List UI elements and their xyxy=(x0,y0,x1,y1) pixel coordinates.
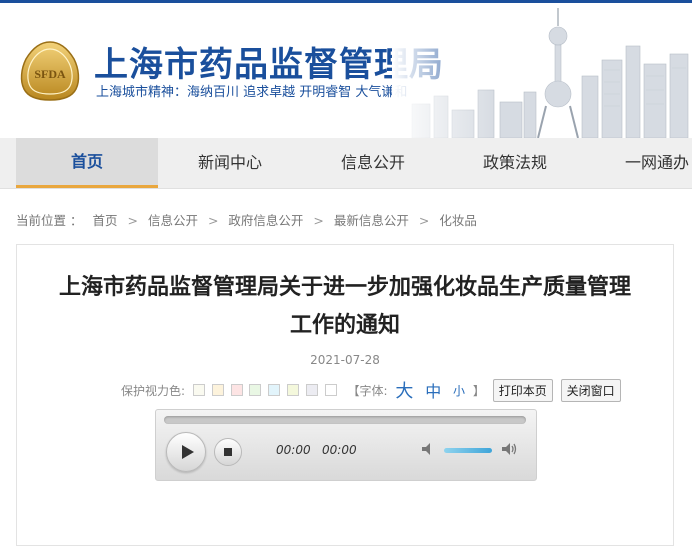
stop-button[interactable] xyxy=(214,438,242,466)
font-size-large[interactable]: 大 xyxy=(395,377,413,403)
duration-time: 00:00 xyxy=(322,443,357,457)
breadcrumb: 当前位置 ： 首页 > 信息公开 > 政府信息公开 > 最新信息公开 > 化妆品 xyxy=(16,210,477,229)
swatch-color[interactable] xyxy=(268,384,281,396)
article-panel: 上海市药品监督管理局关于进一步加强化妆品生产质量管理 工作的通知 2021-07… xyxy=(16,244,674,546)
font-size-small[interactable]: 小 xyxy=(453,382,465,399)
breadcrumb-separator: > xyxy=(127,213,138,228)
article-date: 2021-07-28 xyxy=(310,353,380,367)
play-button[interactable] xyxy=(166,432,206,472)
article-title-line: 上海市药品监督管理局关于进一步加强化妆品生产质量管理 xyxy=(58,275,631,300)
eye-care-label: 保护视力色: xyxy=(121,383,186,398)
volume-slider[interactable] xyxy=(444,448,492,453)
svg-text:SFDA: SFDA xyxy=(34,67,66,81)
swatch-color[interactable] xyxy=(249,384,262,396)
swatch-color[interactable] xyxy=(305,384,318,396)
play-icon xyxy=(182,445,194,459)
breadcrumb-item-latest-info[interactable]: 最新信息公开 xyxy=(334,213,409,228)
article-title-line: 工作的通知 xyxy=(289,313,400,338)
swatch-color[interactable] xyxy=(324,384,337,396)
city-skyline-illustration xyxy=(392,6,692,138)
main-navigation: 首页 新闻中心 信息公开 政策法规 一网通办 xyxy=(0,138,692,189)
breadcrumb-item-gov-info[interactable]: 政府信息公开 xyxy=(228,213,303,228)
breadcrumb-separator: > xyxy=(313,213,324,228)
nav-item-online-services[interactable]: 一网通办 xyxy=(586,138,692,188)
font-size-label-open: 【字体: xyxy=(347,383,388,398)
swatch-color[interactable] xyxy=(192,384,205,396)
breadcrumb-item-info-disclosure[interactable]: 信息公开 xyxy=(148,213,198,228)
font-size-label-close: 】 xyxy=(472,383,485,398)
stop-icon xyxy=(224,448,232,456)
font-size-medium[interactable]: 中 xyxy=(425,378,441,402)
swatch-color[interactable] xyxy=(211,384,224,396)
volume-max-icon[interactable] xyxy=(500,440,518,458)
breadcrumb-prefix: 当前位置 ： xyxy=(16,213,83,228)
nav-item-home[interactable]: 首页 xyxy=(16,138,158,188)
swatch-color[interactable] xyxy=(230,384,243,396)
audio-player: 00:00 00:00 xyxy=(155,409,537,481)
close-window-button[interactable]: 关闭窗口 xyxy=(560,378,621,402)
current-time: 00:00 xyxy=(276,443,311,457)
site-header: SFDA 上海市药品监督管理局 上海城市精神：海纳百川 追求卓越 开明睿智 大气… xyxy=(0,3,692,138)
breadcrumb-item-cosmetics[interactable]: 化妆品 xyxy=(439,213,477,228)
breadcrumb-separator: > xyxy=(418,213,430,228)
nav-item-info-disclosure[interactable]: 信息公开 xyxy=(302,138,444,188)
breadcrumb-item-home[interactable]: 首页 xyxy=(92,213,117,228)
volume-mute-icon[interactable] xyxy=(420,440,438,458)
audio-progress-bar[interactable] xyxy=(164,416,526,424)
reading-tools: 保护视力色: 【字体: 大 中 小 】 打印本页 关闭窗口 xyxy=(121,377,621,402)
nav-item-policies[interactable]: 政策法规 xyxy=(444,138,586,188)
nav-item-news[interactable]: 新闻中心 xyxy=(158,138,302,188)
breadcrumb-separator: > xyxy=(207,213,219,228)
site-slogan: 上海城市精神：海纳百川 追求卓越 开明睿智 大气谦和 xyxy=(96,85,408,100)
swatch-color[interactable] xyxy=(287,384,300,396)
emblem-logo-icon[interactable]: SFDA xyxy=(18,39,82,103)
print-button[interactable]: 打印本页 xyxy=(492,378,553,402)
article-title: 上海市药品监督管理局关于进一步加强化妆品生产质量管理 工作的通知 xyxy=(25,269,665,345)
